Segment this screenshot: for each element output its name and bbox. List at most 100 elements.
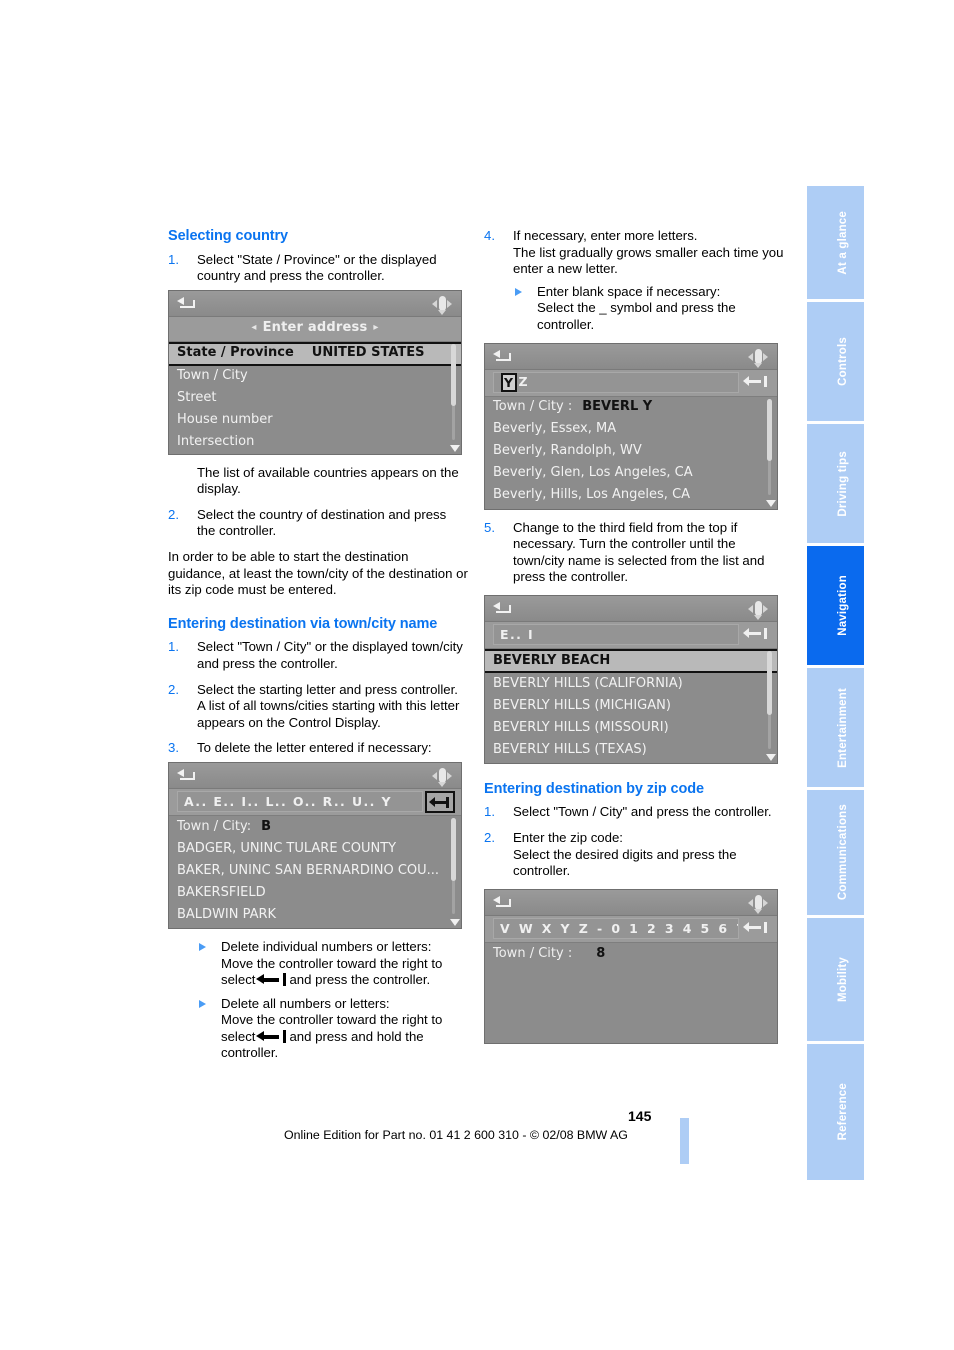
header-arrow-right-icon[interactable]: ▸ [367,320,384,337]
scrollbar-thumb[interactable] [451,343,456,407]
heading-entering-town-city: Entering destination via town/city name [168,615,438,632]
bullet-title: Enter blank space if necessary: [537,283,721,299]
back-arrow-icon[interactable] [177,768,196,783]
step-number: 5. [484,519,495,535]
delete-arrow-icon [256,973,287,987]
scrollbar-thumb[interactable] [767,398,772,462]
tab-label: Mobility [836,956,849,1003]
scroll-down-icon[interactable] [450,918,460,926]
list-item[interactable]: BALDWIN PARK [169,904,461,926]
screen-list: Town / City : BEVERL Y Beverly, Essex, M… [485,396,777,509]
scroll-down-icon[interactable] [766,499,776,507]
back-arrow-icon[interactable] [493,601,512,616]
selecting-country-steps: 1. Select "State / Province" or the disp… [168,252,468,285]
step-text: Enter the zip code: [513,830,623,846]
alphabet-prefix: V W X Y Z - 0 1 2 3 4 5 6 7 [500,920,739,936]
step-item: 2. Enter the zip code: Select the desire… [484,830,784,880]
tab-label: Entertainment [836,687,849,768]
screen-titlebar [485,343,777,370]
step-item: 3. To delete the letter entered if neces… [168,740,468,757]
tab-communications[interactable]: Communications [807,790,864,918]
step-text: Select the starting letter and press con… [197,681,458,697]
scrollbar-thumb[interactable] [451,817,456,881]
list-item[interactable]: Beverly, Glen, Los Angeles, CA [485,463,777,485]
step-number: 2. [484,830,495,846]
list-item[interactable]: BEVERLY HILLS (MICHIGAN) [485,695,777,717]
row-label: Town / City [177,368,248,384]
footer-text: Online Edition for Part no. 01 41 2 600 … [284,1128,628,1142]
triangle-bullet-icon [199,999,206,1008]
delete-arrow-button[interactable] [741,624,771,646]
nav-screen-beverly-hills: E.. I BEVERLY BEACH BEVERLY HILLS (CALIF… [484,594,778,764]
list-row-street[interactable]: Street [169,388,461,410]
list-item[interactable]: Beverly, Hills, Los Angeles, CA [485,485,777,507]
header-arrow-left-icon[interactable]: ◂ [245,320,262,337]
tab-driving-tips[interactable]: Driving tips [807,424,864,546]
list-item[interactable]: BAKER, UNINC SAN BERNARDINO COU... [169,860,461,882]
back-arrow-icon[interactable] [177,296,196,311]
screen-list: BEVERLY BEACH BEVERLY HILLS (CALIFORNIA)… [485,648,777,763]
step-item: 1. Select "Town / City" and press the co… [484,804,784,821]
list-item[interactable]: BADGER, UNINC TULARE COUNTY [169,838,461,860]
more-letters-steps: 4. If necessary, enter more letters. The… [484,228,784,334]
list-item[interactable]: BEVERLY HILLS (TEXAS) [485,739,777,761]
tab-label: At a glance [836,210,849,275]
controller-icon [432,766,452,787]
delete-arrow-button[interactable] [425,790,455,813]
list-row-town-city[interactable]: Town / City [169,366,461,388]
screen-titlebar [485,889,777,916]
alphabet-input-bar[interactable]: E.. I [485,621,777,649]
back-arrow-icon[interactable] [493,349,512,364]
row-value: B [261,818,272,834]
list-item[interactable]: BEVERLY HILLS (MISSOURI) [485,717,777,739]
list-row-house-number[interactable]: House number [169,410,461,432]
screen-list: Town / City : 8 [485,942,777,1043]
list-item-selected[interactable]: BEVERLY BEACH [485,648,777,673]
screen-header-enter-address: ◂ Enter address ▸ [169,316,461,342]
delete-arrow-button[interactable] [741,918,771,940]
tab-reference[interactable]: Reference [807,1044,864,1180]
list-item[interactable]: BEVERLY HILLS (CALIFORNIA) [485,673,777,695]
zip-code-steps: 1. Select "Town / City" and press the co… [484,804,784,879]
scrollbar[interactable] [450,343,460,452]
step-text: Change to the third field from the top i… [513,519,765,585]
blank-space-bullet-list: Enter blank space if necessary: Select t… [513,284,784,334]
alphabet-input-bar[interactable]: YZ [485,369,777,397]
alphabet-field[interactable]: YZ [493,372,739,394]
scrollbar[interactable] [766,650,776,761]
step-extra-text: Select the desired digits and press the … [513,846,737,879]
alphabet-field[interactable]: A.. E.. I.. L.. O.. R.. U.. Y [177,791,423,813]
tab-label: Driving tips [836,450,849,517]
alphabet-input-bar[interactable]: V W X Y Z - 0 1 2 3 4 5 6 789 Ä Ö Ü Á [485,915,777,943]
tab-mobility[interactable]: Mobility [807,918,864,1044]
tab-entertainment[interactable]: Entertainment [807,668,864,790]
row-town-city-entry: Town / City : BEVERL Y [485,397,777,419]
nav-screen-enter-address: ◂ Enter address ▸ State / Province UNITE… [168,289,462,455]
alphabet-field[interactable]: V W X Y Z - 0 1 2 3 4 5 6 789 Ä Ö Ü Á [493,918,739,940]
list-row-state-province[interactable]: State / Province UNITED STATES [169,341,461,366]
step-number: 1. [168,639,179,655]
page-number: 145 [628,1108,652,1124]
alphabet-input-bar[interactable]: A.. E.. I.. L.. O.. R.. U.. Y [169,788,461,816]
scroll-down-icon[interactable] [766,753,776,761]
list-row-intersection[interactable]: Intersection [169,432,461,454]
tab-controls[interactable]: Controls [807,302,864,424]
alphabet-field[interactable]: E.. I [493,624,739,646]
tab-navigation[interactable]: Navigation [807,546,864,668]
row-value: 8 [596,945,606,961]
alphabet-suffix: Z [518,374,529,390]
scroll-down-icon[interactable] [450,444,460,452]
scrollbar-thumb[interactable] [767,650,772,715]
scrollbar[interactable] [450,817,460,926]
delete-arrow-button[interactable] [741,372,771,394]
scrollbar[interactable] [766,398,776,507]
back-arrow-icon[interactable] [493,895,512,910]
list-item[interactable]: BAKERSFIELD [169,882,461,904]
list-item[interactable]: Beverly, Essex, MA [485,419,777,441]
step-item: 2. Select the country of destination and… [168,507,468,540]
list-item[interactable]: Beverly, Randolph, WV [485,441,777,463]
bullet-item: Delete individual numbers or letters: Mo… [197,939,468,989]
selected-letter[interactable]: Y [501,373,518,393]
tab-at-a-glance[interactable]: At a glance [807,186,864,302]
step-text: Select "State / Province" or the display… [197,251,437,284]
